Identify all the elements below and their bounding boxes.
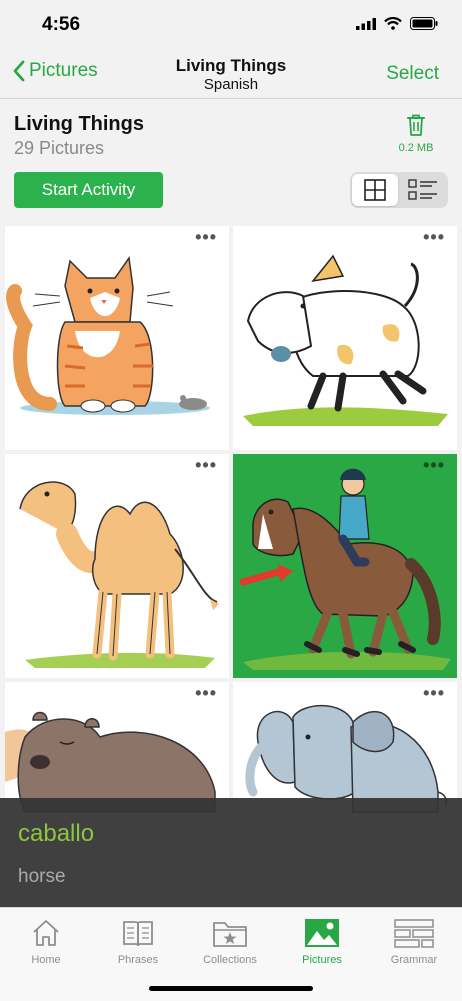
tab-home-label: Home [31,954,61,966]
status-time: 4:56 [42,14,81,35]
tab-grammar[interactable]: Grammar [368,914,460,966]
start-activity-button[interactable]: Start Activity [14,172,163,208]
overlay-translation: horse [18,866,66,887]
wifi-icon [384,17,402,30]
home-indicator [149,986,313,991]
grammar-icon [394,919,434,948]
tab-home[interactable]: Home [0,914,92,966]
dog-illustration [243,254,448,426]
grid-icon [364,179,386,201]
folder-star-icon [213,922,247,947]
image-icon [305,919,339,947]
tab-collections-label: Collections [203,954,257,966]
status-icons [356,17,438,30]
more-options-icon[interactable]: ••• [195,684,217,702]
picture-count: 29 Pictures [14,138,105,158]
battery-icon [410,17,438,30]
tab-bar: Home Phrases Collections Pictures Gramma… [0,907,462,1001]
horse-illustration [239,468,451,670]
tab-phrases-label: Phrases [117,954,159,966]
picture-tile-camel[interactable]: ••• [5,454,229,678]
cat-illustration [6,255,210,415]
tab-collections[interactable]: Collections [184,914,276,966]
tab-pictures-label: Pictures [302,954,342,966]
signal-icon [356,17,376,30]
picture-tile-horse[interactable]: ••• [233,454,457,678]
collection-header: Living Things 29 Pictures 0.2 MB Start A… [0,99,462,221]
delete-button[interactable]: 0.2 MB [394,113,438,154]
overlay-word: caballo [18,820,95,847]
list-view-button[interactable] [400,174,446,206]
more-options-icon[interactable]: ••• [423,684,445,702]
trash-icon [407,114,425,136]
more-options-icon[interactable]: ••• [423,228,445,246]
home-icon [33,920,59,946]
status-bar: 4:56 [0,0,462,50]
more-options-icon[interactable]: ••• [195,228,217,246]
picture-tile-cat[interactable]: ••• [5,226,229,450]
translation-overlay[interactable]: caballo horse [0,798,462,907]
grid-view-button[interactable] [352,174,398,206]
list-icon [408,179,437,200]
picture-tile-dog[interactable]: ••• [233,226,457,450]
tab-pictures[interactable]: Pictures [276,914,368,966]
camel-illustration [19,481,219,668]
view-toggle [350,172,448,208]
storage-size: 0.2 MB [398,142,434,154]
more-options-icon[interactable]: ••• [423,456,445,474]
navigation-bar: Pictures Living Things Spanish Select [0,50,462,99]
tab-grammar-label: Grammar [390,954,438,966]
tab-phrases[interactable]: Phrases [92,914,184,966]
more-options-icon[interactable]: ••• [195,456,217,474]
collection-title: Living Things [14,113,144,135]
select-button[interactable]: Select [386,63,439,85]
book-icon [123,921,153,947]
